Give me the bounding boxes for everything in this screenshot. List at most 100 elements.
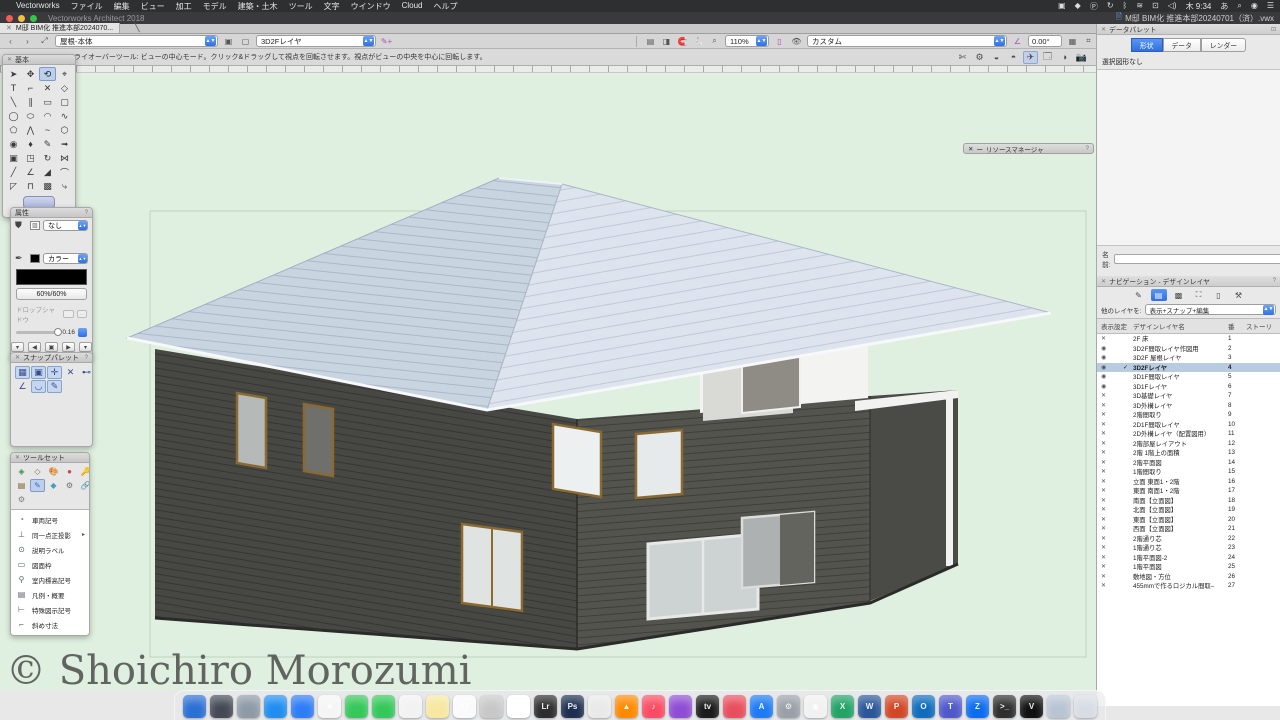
drawing-canvas[interactable]: © Shoichiro Morozumi ✕ ー リソースマネージャ ?: [0, 66, 1096, 690]
design-layer-row[interactable]: ✕ 2階通り芯 22: [1097, 534, 1280, 544]
zoom-dropdown[interactable]: 110%▲▼: [725, 35, 769, 47]
other-layers-dropdown[interactable]: 表示+スナップ+編集▲▼: [1145, 304, 1276, 315]
close-icon[interactable]: ✕: [1101, 278, 1106, 285]
status-icon[interactable]: ▣: [1058, 1, 1066, 12]
toolset-tool-item[interactable]: ▭ 図面枠: [11, 557, 89, 572]
dock-app-icon[interactable]: [372, 695, 395, 718]
menu-right-icon[interactable]: あ: [1220, 1, 1228, 12]
layer-visibility-icon[interactable]: ◉: [1101, 383, 1123, 390]
snap-tool-button[interactable]: ▣: [31, 366, 46, 379]
menu-item[interactable]: Vectorworks: [16, 1, 60, 12]
view-bar-icon[interactable]: 🗔: [1040, 51, 1055, 64]
eye-button[interactable]: 👁: [790, 35, 803, 47]
menu-right-icon[interactable]: ☰: [1267, 1, 1274, 12]
minimize-window-button[interactable]: [18, 15, 25, 22]
design-layer-row[interactable]: ✕ 2D外構レイヤ（配置図用） 11: [1097, 429, 1280, 439]
resource-manager-bar[interactable]: ✕ ー リソースマネージャ ?: [963, 143, 1094, 154]
layer-visibility-icon[interactable]: ✕: [1101, 573, 1123, 580]
layer-dropdown[interactable]: 3D2Fレイヤ▲▼: [256, 35, 376, 47]
projection-icon[interactable]: ▦: [1066, 35, 1079, 47]
design-layer-row[interactable]: ✕ 南面【立面図】 18: [1097, 496, 1280, 506]
dock-app-icon[interactable]: ⚙: [777, 695, 800, 718]
status-icon[interactable]: ⊡: [1152, 1, 1159, 12]
fill-style-swatch[interactable]: ▨: [30, 221, 40, 230]
layer-lock-icon[interactable]: ▣: [222, 35, 235, 47]
layer-visibility-icon[interactable]: ✕: [1101, 544, 1123, 551]
dock-app-icon[interactable]: [237, 695, 260, 718]
menu-item[interactable]: 文字: [324, 1, 340, 12]
tool-button[interactable]: ▭: [39, 95, 56, 109]
projection-icon[interactable]: ⌗: [1082, 35, 1095, 47]
design-layer-row[interactable]: ✕ 455mmで作るロジカル間取– 27: [1097, 581, 1280, 591]
design-layer-row[interactable]: ✕ 北面【立面図】 19: [1097, 505, 1280, 515]
design-layer-row[interactable]: ✕ 1階平面図 25: [1097, 562, 1280, 572]
close-icon[interactable]: ✕: [968, 145, 973, 153]
menu-right-icon[interactable]: ◉: [1251, 1, 1258, 12]
layer-visibility-icon[interactable]: ✕: [1101, 468, 1123, 475]
design-layer-row[interactable]: ✕ 2階 1階上の面積 13: [1097, 448, 1280, 458]
layer-visibility-icon[interactable]: ✕: [1101, 459, 1123, 466]
tool-button[interactable]: ╲: [5, 95, 22, 109]
dock-app-icon[interactable]: [588, 695, 611, 718]
dock-app-icon[interactable]: X: [831, 695, 854, 718]
toolset-tool-item[interactable]: ⊥ 同一点正投影 ▸: [11, 527, 89, 542]
dock-app-icon[interactable]: [210, 695, 233, 718]
object-name-field[interactable]: [1114, 254, 1280, 264]
navigation-palette-header[interactable]: ✕ ナビゲーション - デザインレイヤ ?: [1097, 276, 1280, 287]
help-icon[interactable]: ?: [85, 210, 88, 216]
toolset-tool-item[interactable]: ◔ 車両記号: [11, 512, 89, 527]
toolbar-icon[interactable]: ▤: [644, 35, 657, 47]
navigation-mode-icon[interactable]: ⛶: [1191, 289, 1207, 301]
design-layer-row[interactable]: ✕ 3D基礎レイヤ 7: [1097, 391, 1280, 401]
help-icon[interactable]: ?: [85, 355, 88, 361]
attribute-nav-button[interactable]: ▾: [11, 342, 24, 352]
dock-app-icon[interactable]: [426, 695, 449, 718]
opacity-button[interactable]: 60%/60%: [16, 288, 87, 300]
menu-item[interactable]: ファイル: [71, 1, 103, 12]
attribute-nav-button[interactable]: ▾: [79, 342, 92, 352]
slider-knob[interactable]: [54, 328, 62, 336]
forward-button[interactable]: ›: [21, 35, 34, 47]
tool-button[interactable]: ⬡: [56, 123, 73, 137]
layer-visibility-icon[interactable]: ✕: [1101, 582, 1123, 589]
snap-tool-button[interactable]: ◡: [31, 380, 46, 393]
close-tab-icon[interactable]: ✕: [6, 24, 12, 32]
status-icon[interactable]: ≋: [1136, 1, 1143, 12]
dock-app-icon[interactable]: ▲: [615, 695, 638, 718]
toolset-tool-item[interactable]: ⊢ 特殊図示記号: [11, 602, 89, 617]
dock-app-icon[interactable]: Z: [966, 695, 989, 718]
dock-app-icon[interactable]: tv: [696, 695, 719, 718]
toolset-category-button[interactable]: 🔗: [78, 479, 90, 492]
dock-app-icon[interactable]: ♪: [642, 695, 665, 718]
dock-app-icon[interactable]: [723, 695, 746, 718]
menu-item[interactable]: 編集: [114, 1, 130, 12]
tool-button[interactable]: ✎: [39, 137, 56, 151]
tool-button[interactable]: ◯: [5, 109, 22, 123]
layer-visibility-icon[interactable]: ✕: [1101, 554, 1123, 561]
menu-item[interactable]: ツール: [289, 1, 313, 12]
menu-right-icon[interactable]: ⌕: [1237, 1, 1241, 12]
design-layer-row[interactable]: ✕ 東面 南面1・2階 17: [1097, 486, 1280, 496]
design-layer-row[interactable]: ✕ 2階部屋レイアウト 12: [1097, 439, 1280, 449]
status-icon[interactable]: ᛒ: [1123, 1, 1128, 12]
layer-visibility-icon[interactable]: ◉: [1101, 345, 1123, 352]
snap-tool-button[interactable]: ✛: [47, 366, 62, 379]
design-layer-row[interactable]: ✕ 敷地図・方位 26: [1097, 572, 1280, 582]
toolset-tool-item[interactable]: ⟋ 勾配記号: [11, 632, 89, 636]
toolset-category-button[interactable]: ⚙: [14, 493, 29, 506]
tool-button[interactable]: ~: [39, 123, 56, 137]
dock-app-icon[interactable]: [1074, 695, 1097, 718]
class-dropdown[interactable]: 屋根-本体▲▼: [55, 35, 218, 47]
menu-item[interactable]: Cloud: [402, 1, 423, 12]
layer-visibility-icon[interactable]: ◉: [1101, 373, 1123, 380]
design-layer-row[interactable]: ✕ 1階通り芯 23: [1097, 543, 1280, 553]
back-button[interactable]: ‹: [4, 35, 17, 47]
tool-button[interactable]: ∠: [22, 165, 39, 179]
toolset-tool-item[interactable]: ⌐ 斜め寸法: [11, 617, 89, 632]
layer-visibility-icon[interactable]: ✕: [1101, 516, 1123, 523]
layer-visibility-icon[interactable]: ✕: [1101, 421, 1123, 428]
tool-button[interactable]: T: [5, 81, 22, 95]
dock-app-icon[interactable]: W: [858, 695, 881, 718]
data-palette-header[interactable]: ✕ データパレット ⊡: [1097, 24, 1280, 35]
tool-button[interactable]: ⋈: [56, 151, 73, 165]
